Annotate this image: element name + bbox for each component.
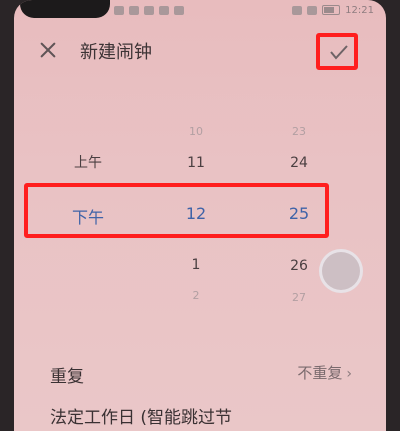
holiday-row[interactable]: 法定工作日 (智能跳过节 <box>14 403 386 431</box>
picker-minute-far-below[interactable]: 27 <box>279 291 319 304</box>
message-icon <box>159 5 169 15</box>
more-icon <box>174 5 184 15</box>
picker-hour-far-above[interactable]: 10 <box>176 125 216 138</box>
battery-icon <box>322 5 341 15</box>
header: 新建闹钟 <box>14 28 386 74</box>
picker-period-above[interactable]: 上午 <box>68 152 108 172</box>
selection-highlight <box>24 183 329 238</box>
heart-icon <box>144 5 154 15</box>
notification-icon <box>129 5 139 15</box>
close-icon[interactable] <box>38 40 58 60</box>
repeat-row[interactable]: 重复 不重复 › <box>14 362 386 392</box>
picker-hour-below[interactable]: 1 <box>176 257 216 273</box>
holiday-label: 法定工作日 (智能跳过节 <box>50 408 233 428</box>
picker-minute-far-above[interactable]: 23 <box>279 125 319 138</box>
chevron-right-icon: › <box>346 366 352 382</box>
camera-notch <box>20 0 110 18</box>
picker-hour-above[interactable]: 11 <box>176 155 216 171</box>
picker-minute-above[interactable]: 24 <box>279 155 319 171</box>
confirm-button[interactable] <box>316 33 358 70</box>
page-title: 新建闹钟 <box>80 42 152 63</box>
check-icon <box>329 43 349 61</box>
picker-minute-below[interactable]: 26 <box>279 258 319 274</box>
wifi-icon <box>292 5 303 15</box>
repeat-label: 重复 <box>50 367 84 387</box>
phone-screen: 12:21 新建闹钟 上午 下午 10 11 12 1 2 23 24 25 2… <box>14 0 386 431</box>
floating-assistive-button[interactable] <box>319 249 363 293</box>
status-time: 12:21 <box>345 4 374 16</box>
repeat-value: 不重复 › <box>297 364 352 382</box>
picker-hour-far-below[interactable]: 2 <box>176 289 216 302</box>
signal-icon <box>307 5 318 15</box>
status-bar: 12:21 <box>114 2 374 18</box>
notification-icon <box>114 5 124 15</box>
